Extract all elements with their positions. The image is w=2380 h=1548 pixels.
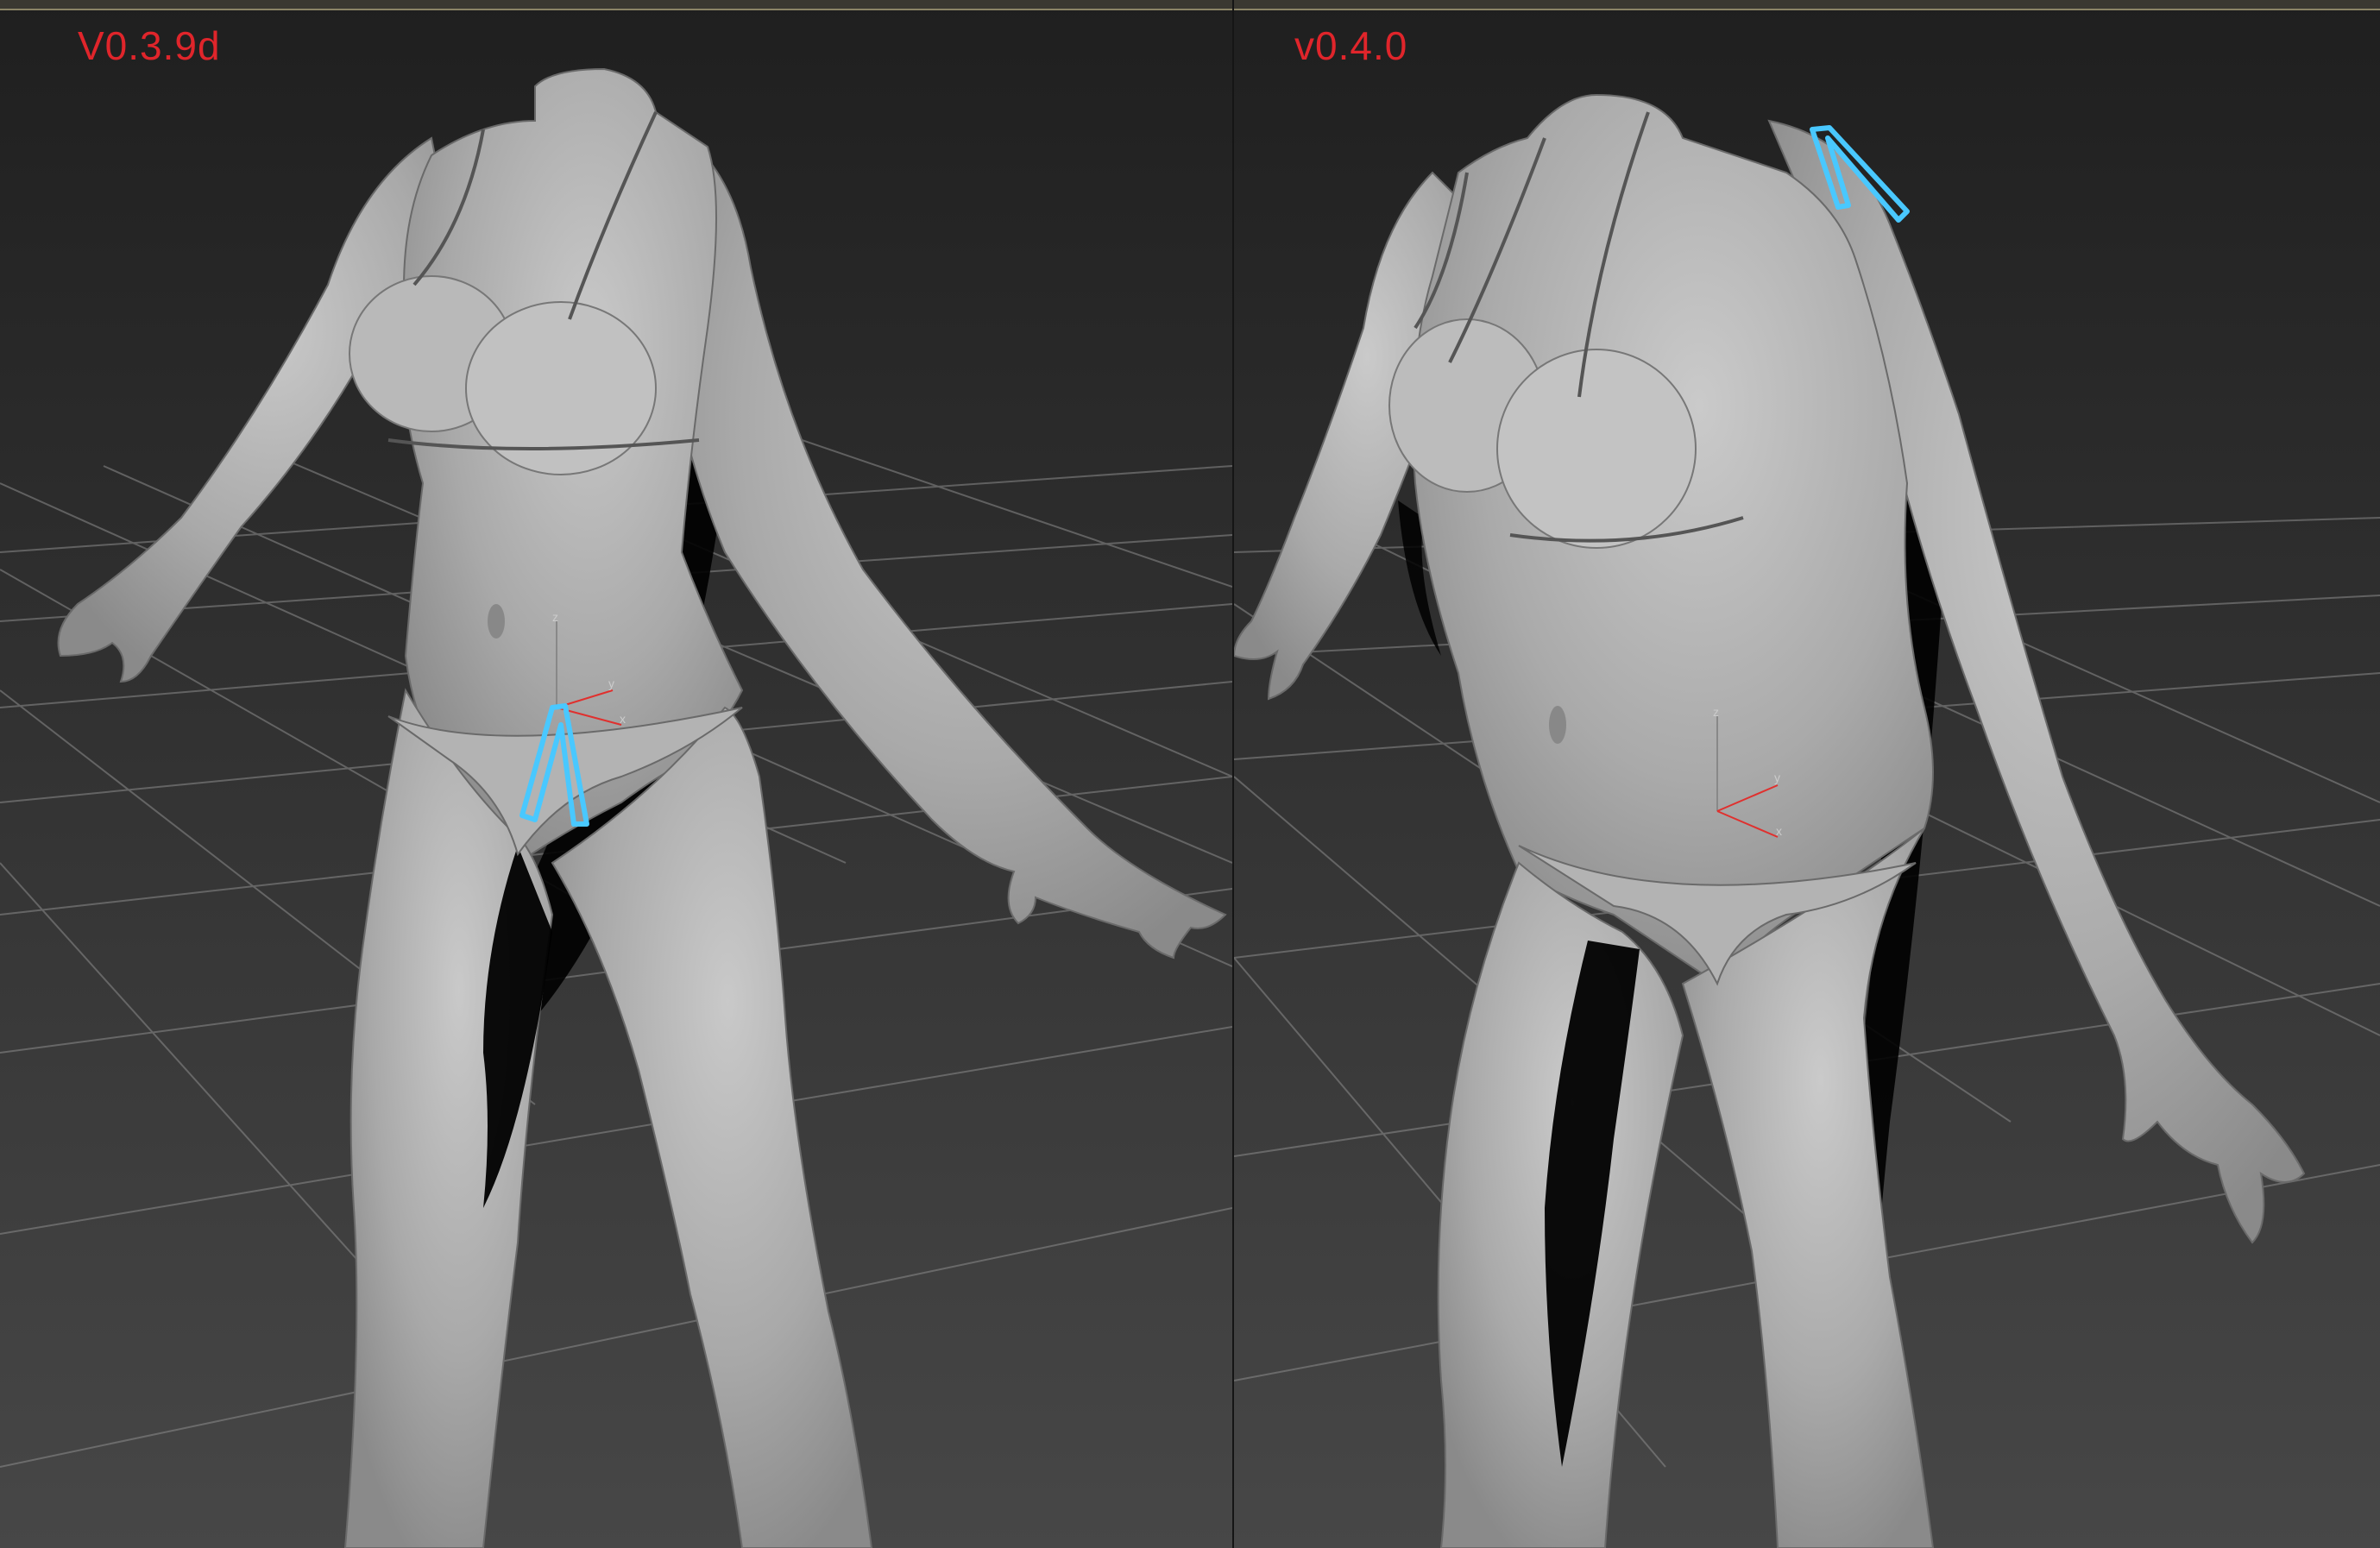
- gizmo-y-label: y: [608, 676, 614, 690]
- viewport-divider[interactable]: [1232, 0, 1234, 1548]
- version-label-left: V0.3.9d: [78, 23, 221, 68]
- gizmo-y-label: y: [1774, 771, 1780, 784]
- comparison-screenshot: z y x V0.3.9d z y x v0.4.0: [0, 0, 2380, 1548]
- viewport-left-frame: [0, 0, 1232, 10]
- viewport-left[interactable]: z y x V0.3.9d: [0, 0, 1232, 1548]
- gizmo-x-label: x: [620, 712, 626, 726]
- viewport-right-scene: z y x: [1234, 0, 2380, 1548]
- viewport-right-frame: [1234, 0, 2380, 10]
- viewport-right[interactable]: z y x v0.4.0: [1234, 0, 2380, 1548]
- viewport-left-scene: z y x: [0, 0, 1232, 1548]
- gizmo-z-label: z: [552, 610, 558, 624]
- gizmo-x-label: x: [1776, 824, 1782, 838]
- version-label-right: v0.4.0: [1294, 23, 1408, 68]
- gizmo-z-label: z: [1713, 705, 1719, 719]
